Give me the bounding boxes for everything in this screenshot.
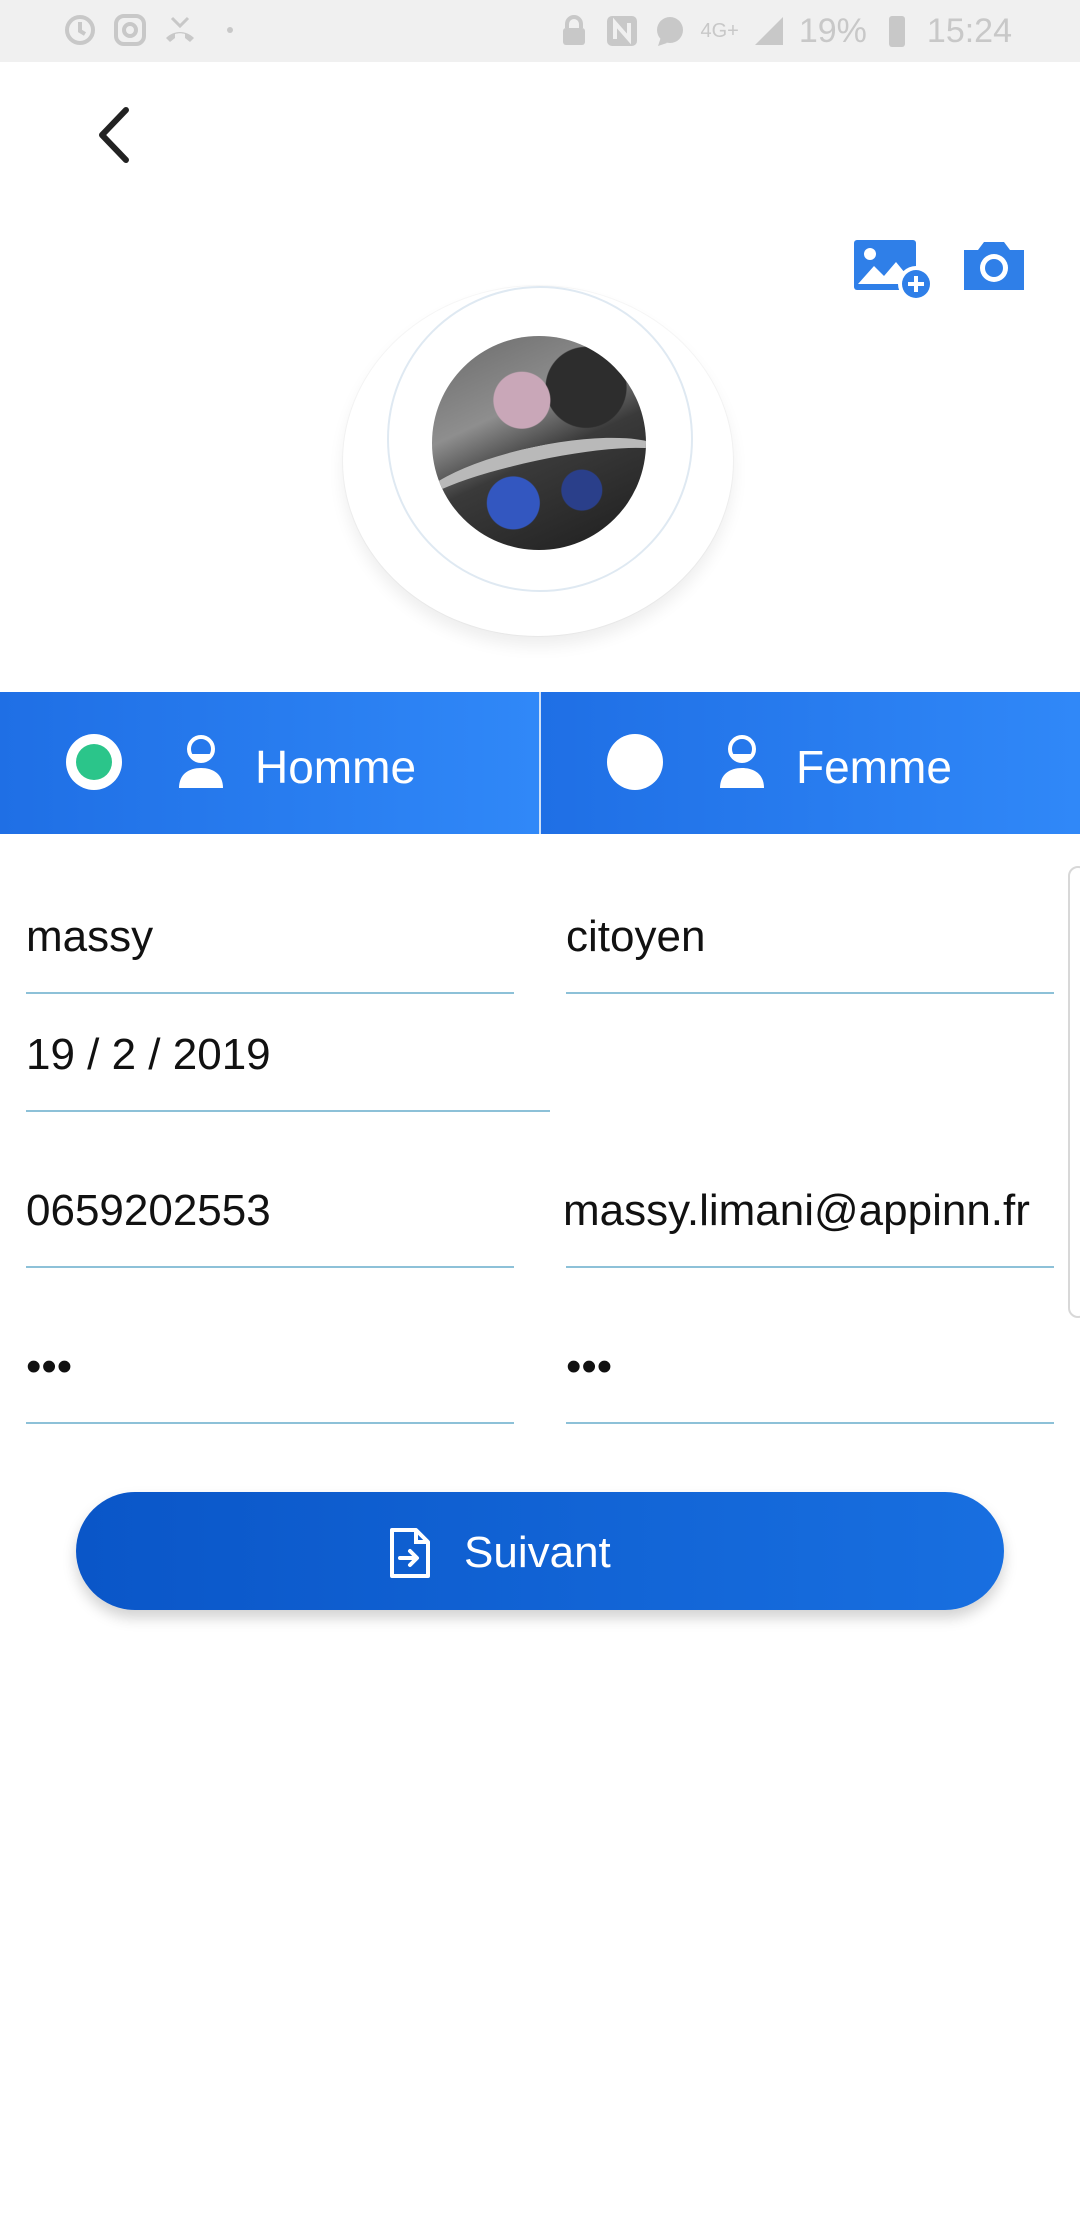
whatsapp-icon xyxy=(657,17,684,46)
status-bar: 4G+ 19% 15:24 xyxy=(0,0,1080,62)
battery-percent: 19% xyxy=(798,12,867,50)
add-from-gallery-button[interactable] xyxy=(852,236,936,304)
phone-value: 0659202553 xyxy=(26,1186,271,1235)
man-icon xyxy=(179,735,223,788)
dot-icon xyxy=(227,27,233,33)
gender-label-femme: Femme xyxy=(796,741,952,793)
radio-homme[interactable] xyxy=(66,734,122,790)
battery-icon xyxy=(888,16,905,47)
side-panel-handle[interactable] xyxy=(1068,866,1080,1318)
phone-field[interactable]: 0659202553 xyxy=(26,1162,514,1268)
signal-icon xyxy=(754,17,783,45)
first-name-value: massy xyxy=(26,912,154,961)
file-arrow-icon xyxy=(390,1528,430,1578)
first-name-field[interactable]: massy xyxy=(26,890,514,994)
next-button[interactable]: Suivant xyxy=(76,1492,1004,1610)
chevron-left-icon xyxy=(99,107,129,163)
add-image-icon xyxy=(854,240,934,302)
email-value: massy.limani@appinn.fr xyxy=(563,1186,1030,1235)
radio-selected-dot xyxy=(76,744,112,780)
instagram-icon xyxy=(114,14,146,46)
missed-call-icon xyxy=(166,16,194,42)
gender-label-homme: Homme xyxy=(255,741,417,793)
birth-date-field[interactable]: 19 / 2 / 2019 xyxy=(26,1010,550,1112)
gender-option-femme[interactable]: Femme xyxy=(541,692,1080,834)
back-button[interactable] xyxy=(82,100,152,170)
nfc-icon xyxy=(607,16,638,46)
gender-selector: Homme Femme xyxy=(0,692,1080,834)
take-photo-button[interactable] xyxy=(960,236,1028,294)
lock-icon xyxy=(563,15,586,45)
clock: 15:24 xyxy=(926,12,1012,50)
profile-photo[interactable] xyxy=(432,336,646,550)
last-name-field[interactable]: citoyen xyxy=(566,890,1054,994)
email-field[interactable]: massy.limani@appinn.fr xyxy=(563,1162,1054,1268)
birth-date-value: 19 / 2 / 2019 xyxy=(26,1030,271,1079)
gender-option-homme[interactable]: Homme xyxy=(0,692,539,834)
next-button-label: Suivant xyxy=(464,1528,611,1577)
network-type: 4G+ xyxy=(700,20,739,42)
sync-icon xyxy=(65,15,95,45)
password-value: ••• xyxy=(26,1342,73,1391)
radio-femme[interactable] xyxy=(607,734,663,790)
password-confirm-field[interactable]: ••• xyxy=(566,1318,1054,1424)
last-name-value: citoyen xyxy=(566,912,706,961)
password-confirm-value: ••• xyxy=(566,1342,613,1391)
camera-icon xyxy=(964,242,1024,290)
password-field[interactable]: ••• xyxy=(26,1318,514,1424)
woman-icon xyxy=(720,735,764,788)
